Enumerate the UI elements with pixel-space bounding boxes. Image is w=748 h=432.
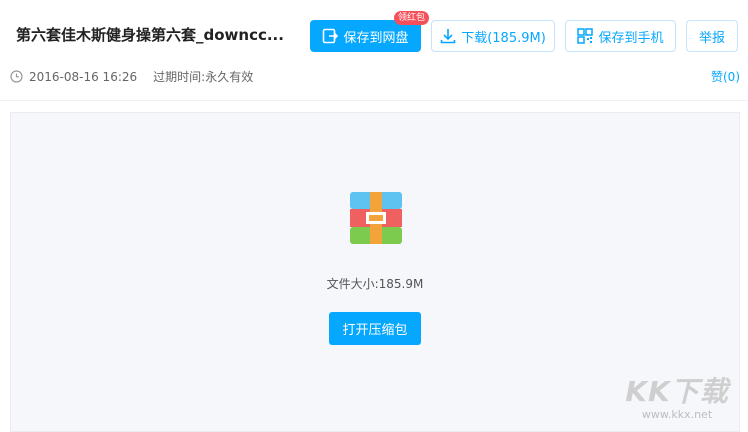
save-to-phone-button[interactable]: 保存到手机: [565, 20, 676, 52]
download-button[interactable]: 下载(185.9M): [431, 20, 555, 52]
archive-icon: [350, 192, 402, 244]
save-icon: [323, 28, 339, 44]
open-archive-button[interactable]: 打开压缩包: [329, 312, 421, 345]
clock-icon: [10, 70, 23, 83]
like-link[interactable]: 赞(0): [711, 68, 740, 85]
share-date: 2016-08-16 16:26: [29, 69, 138, 84]
download-icon: [440, 29, 456, 44]
report-label: 举报: [698, 30, 725, 46]
report-button[interactable]: 举报: [686, 20, 738, 52]
watermark-logo: KK下载: [625, 375, 729, 408]
expire-label: 过期时间:: [153, 70, 206, 84]
file-size: 文件大小:185.9M: [326, 277, 424, 291]
red-packet-badge[interactable]: 领红包: [394, 11, 430, 25]
watermark: KK下载 www.kkx.net: [612, 370, 742, 424]
download-label: 下载(185.9M): [461, 30, 546, 46]
save-to-cloud-label: 保存到网盘: [343, 30, 409, 46]
file-title: 第六套佳木斯健身操第六套_downcc...: [16, 26, 284, 44]
qr-code-icon: [577, 28, 594, 44]
expire-value: 永久有效: [205, 70, 254, 84]
watermark-url: www.kkx.net: [641, 408, 713, 421]
save-to-phone-label: 保存到手机: [598, 30, 664, 46]
divider: [0, 100, 748, 101]
meta-row: 2016-08-16 16:26 过期时间: 永久有效: [10, 68, 253, 85]
